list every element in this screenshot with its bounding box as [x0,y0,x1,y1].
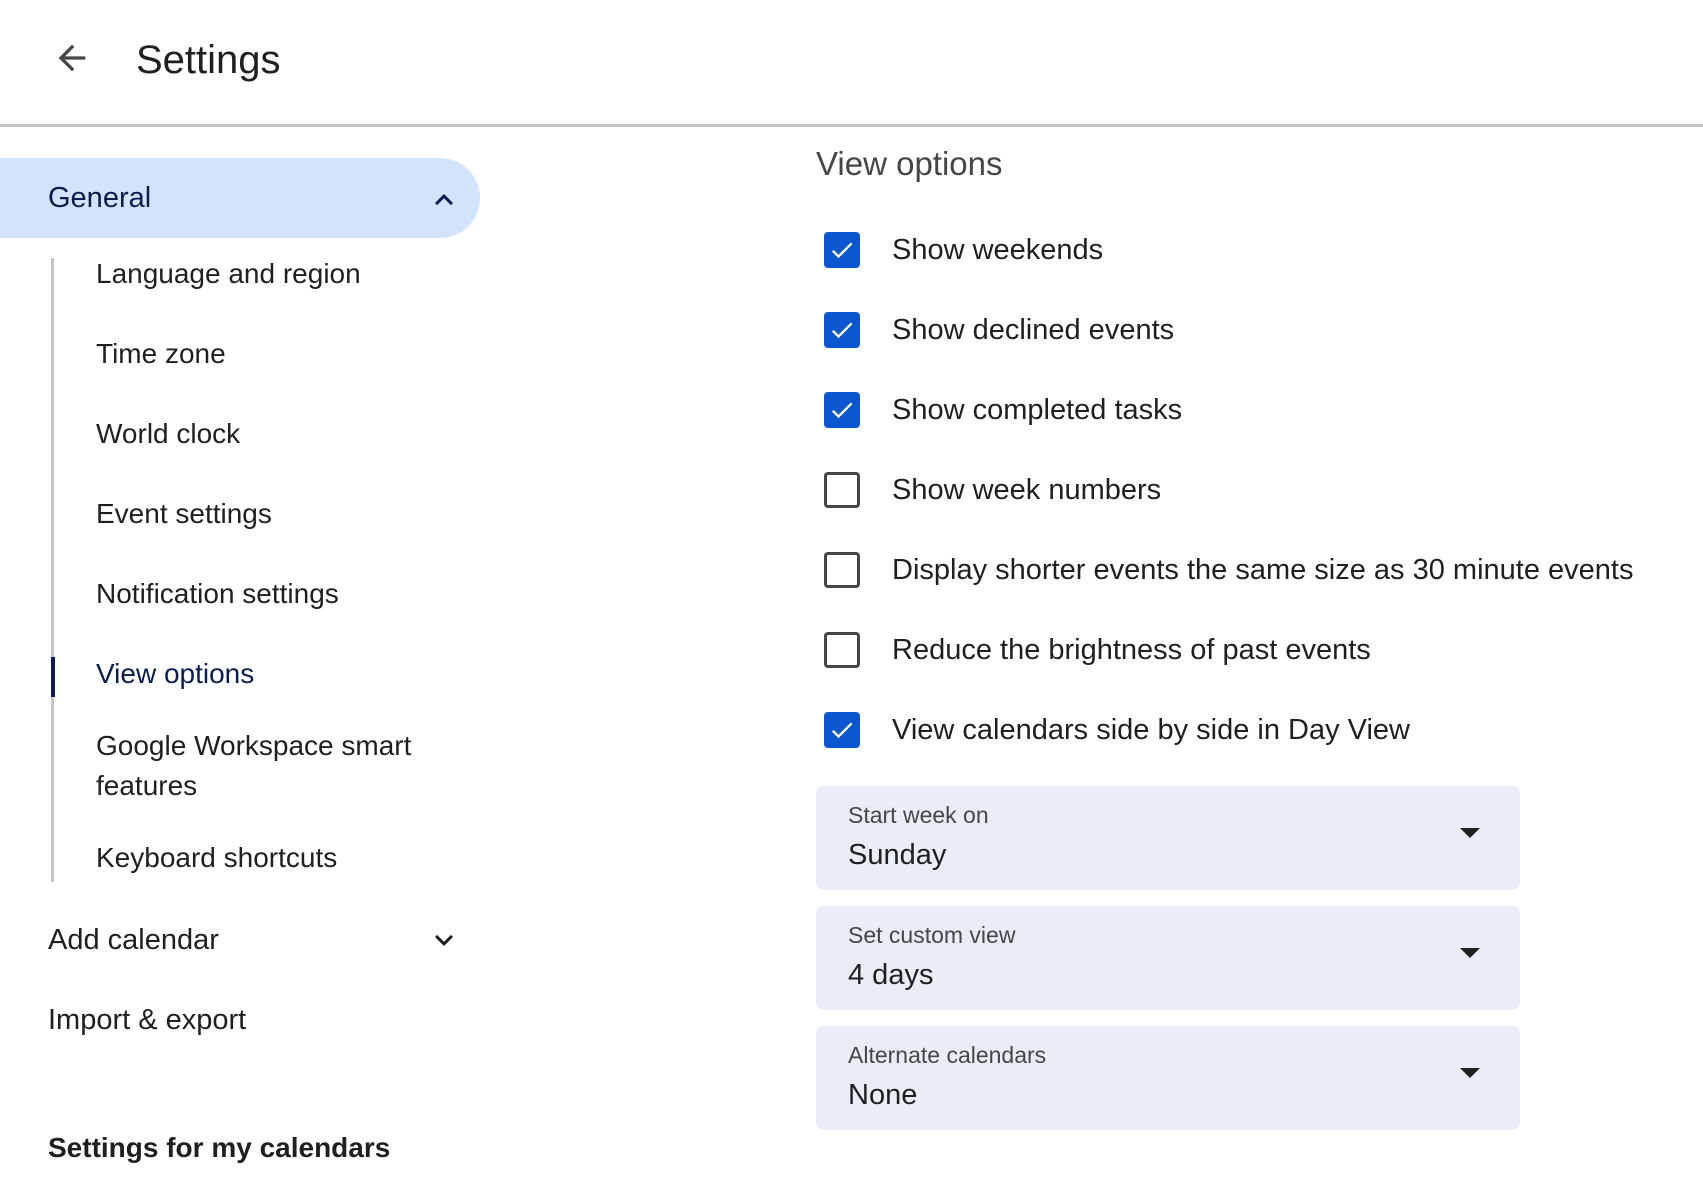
subnav-track [51,258,54,882]
option-label: Show declined events [892,314,1175,346]
checkbox-checked[interactable] [824,312,860,348]
sidebar-item-world-clock[interactable]: World clock [96,414,476,454]
sidebar-item-google-workspace-smart-features[interactable]: Google Workspace smart features [96,726,476,806]
select-value: 4 days [848,959,934,991]
section-settings-for-my-calendars: Settings for my calendars [48,1132,391,1163]
chevron-down-icon[interactable] [426,922,462,958]
option-label: Show weekends [892,234,1104,266]
header-divider [0,124,1703,127]
app-header: Settings [0,0,1703,124]
sidebar-item-view-options[interactable]: View options [96,654,476,694]
sidebar-item-keyboard-shortcuts[interactable]: Keyboard shortcuts [96,838,476,878]
select-label: Start week on [848,802,989,828]
option-show-week-numbers[interactable]: Show week numbers [816,462,1676,518]
checkbox-checked[interactable] [824,392,860,428]
start-week-on-select[interactable]: Start week on Sunday [816,786,1520,890]
nav-general-label: General [48,182,152,214]
checkbox-checked[interactable] [824,232,860,268]
dropdown-arrow-icon [1460,1068,1480,1078]
subnav-active-indicator [51,657,55,697]
option-reduce-brightness-past-events[interactable]: Reduce the brightness of past events [816,622,1676,678]
section-title: View options [816,145,1003,182]
arrow-back-icon [52,38,92,83]
chevron-up-icon [426,182,462,218]
dropdown-arrow-icon [1460,948,1480,958]
alternate-calendars-select[interactable]: Alternate calendars None [816,1026,1520,1130]
option-label: Display shorter events the same size as … [892,554,1634,586]
option-show-declined-events[interactable]: Show declined events [816,302,1676,358]
page-title: Settings [136,38,281,82]
checkbox-unchecked[interactable] [824,632,860,668]
custom-view-select[interactable]: Set custom view 4 days [816,906,1520,1010]
dropdown-arrow-icon [1460,828,1480,838]
sidebar-item-event-settings[interactable]: Event settings [96,494,476,534]
checkbox-unchecked[interactable] [824,552,860,588]
option-label: Show completed tasks [892,394,1183,426]
option-label: Reduce the brightness of past events [892,634,1371,666]
select-label: Set custom view [848,922,1016,948]
back-button[interactable] [36,28,108,92]
sidebar-item-notification-settings[interactable]: Notification settings [96,574,476,614]
select-value: Sunday [848,839,947,871]
select-value: None [848,1079,918,1111]
select-label: Alternate calendars [848,1042,1047,1068]
option-label: View calendars side by side in Day View [892,714,1410,746]
nav-import-export[interactable]: Import & export [48,1000,246,1040]
option-show-completed-tasks[interactable]: Show completed tasks [816,382,1676,438]
nav-add-calendar[interactable]: Add calendar [48,920,219,960]
sidebar-item-time-zone[interactable]: Time zone [96,334,476,374]
option-label: Show week numbers [892,474,1162,506]
sidebar-item-language-and-region[interactable]: Language and region [96,254,476,294]
checkbox-unchecked[interactable] [824,472,860,508]
option-display-shorter-events[interactable]: Display shorter events the same size as … [816,542,1676,598]
option-view-calendars-side-by-side[interactable]: View calendars side by side in Day View [816,702,1676,758]
checkbox-checked[interactable] [824,712,860,748]
option-show-weekends[interactable]: Show weekends [816,222,1676,278]
nav-general[interactable]: General [0,158,480,238]
